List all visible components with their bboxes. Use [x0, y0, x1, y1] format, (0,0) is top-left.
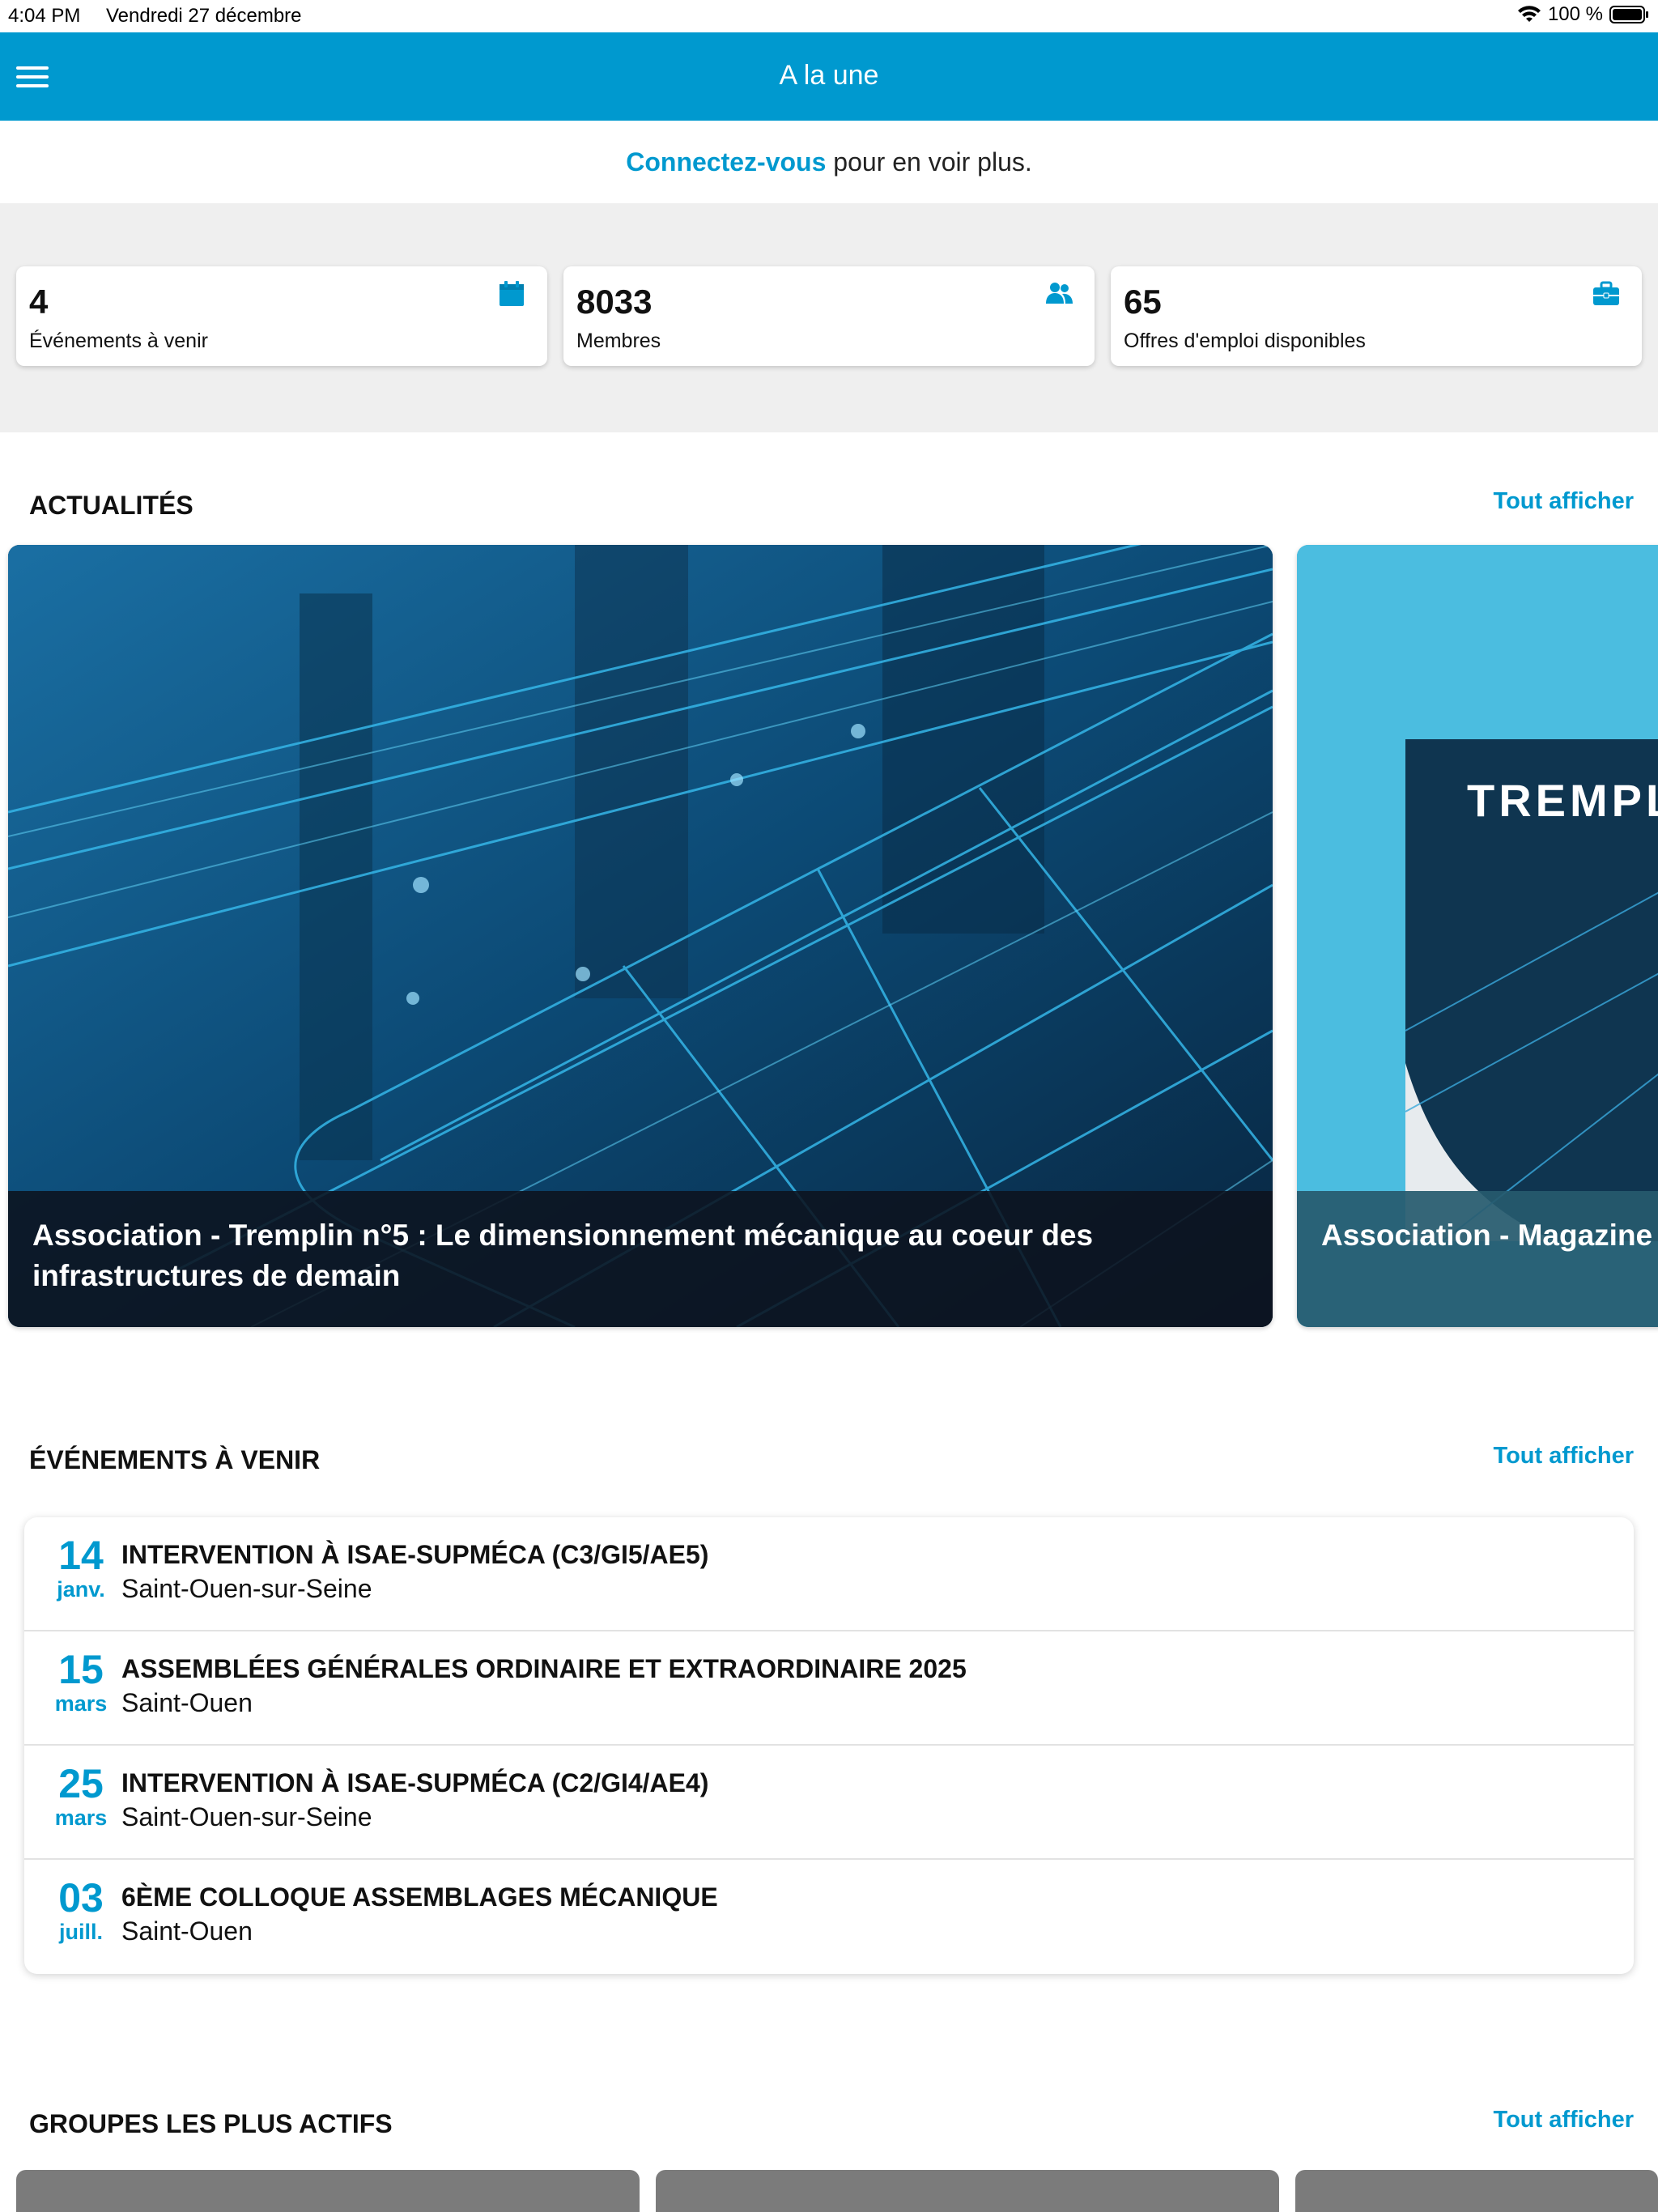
event-place: Saint-Ouen-sur-Seine: [121, 1574, 372, 1603]
event-day: 15: [58, 1647, 104, 1692]
event-place: Saint-Ouen: [121, 1916, 253, 1946]
event-place: Saint-Ouen: [121, 1688, 253, 1717]
battery-percent: 100 %: [1547, 3, 1603, 25]
event-row[interactable]: 15 mars ASSEMBLÉES GÉNÉRALES ORDINAIRE E…: [24, 1631, 1634, 1746]
group-card[interactable]: [1295, 2170, 1658, 2212]
app-header: A la une: [0, 32, 1658, 121]
group-card[interactable]: [16, 2170, 640, 2212]
event-month: mars: [54, 1691, 108, 1716]
news-card[interactable]: Association - Tremplin n°5 : Le dimensio…: [8, 545, 1273, 1327]
news-card-title: Association - Magazine T: [1297, 1191, 1658, 1327]
news-see-all-link[interactable]: Tout afficher: [1494, 488, 1634, 515]
event-month: mars: [54, 1806, 108, 1830]
event-day: 14: [58, 1533, 104, 1578]
login-link[interactable]: Connectez-vous: [626, 147, 826, 177]
event-place: Saint-Ouen-sur-Seine: [121, 1802, 372, 1831]
event-row[interactable]: 03 juill. 6ÈME COLLOQUE ASSEMBLAGES MÉCA…: [24, 1860, 1634, 1974]
news-section-title: ACTUALITÉS: [29, 491, 193, 520]
groups-section-title: GROUPES LES PLUS ACTIFS: [29, 2109, 393, 2138]
calendar-icon: [500, 281, 524, 306]
battery-icon: [1609, 6, 1648, 23]
event-title: 6ÈME COLLOQUE ASSEMBLAGES MÉCANIQUE: [121, 1882, 718, 1912]
stat-label: Membres: [576, 330, 661, 352]
event-title: INTERVENTION À ISAE-SUPMÉCA (C3/GI5/AE5): [121, 1540, 709, 1569]
event-month: janv.: [57, 1577, 105, 1602]
status-bar: 4:04 PM Vendredi 27 décembre 100 %: [0, 0, 1658, 32]
event-row[interactable]: 14 janv. INTERVENTION À ISAE-SUPMÉCA (C3…: [24, 1517, 1634, 1631]
event-day: 25: [58, 1761, 104, 1806]
stat-card-members[interactable]: 8033 Membres: [563, 266, 1095, 366]
users-icon: [1046, 283, 1073, 304]
status-right: 100 %: [1517, 3, 1650, 26]
status-time: 4:04 PM: [8, 5, 81, 27]
events-see-all-link[interactable]: Tout afficher: [1494, 1443, 1634, 1470]
event-title: ASSEMBLÉES GÉNÉRALES ORDINAIRE ET EXTRAO…: [121, 1654, 967, 1683]
stat-number: 4: [29, 283, 49, 321]
events-section-title: ÉVÉNEMENTS À VENIR: [29, 1445, 321, 1474]
stat-card-events[interactable]: 4 Événements à venir: [16, 266, 547, 366]
event-day: 03: [58, 1875, 104, 1921]
stats-band: 4 Événements à venir 8033 Membres 65 Off…: [0, 203, 1658, 432]
status-date: Vendredi 27 décembre: [106, 5, 302, 27]
wifi-icon: [1517, 6, 1541, 22]
event-row[interactable]: 25 mars INTERVENTION À ISAE-SUPMÉCA (C2/…: [24, 1746, 1634, 1860]
news-card-title: Association - Tremplin n°5 : Le dimensio…: [8, 1191, 1273, 1327]
stat-label: Offres d'emploi disponibles: [1124, 330, 1366, 352]
stat-number: 65: [1124, 283, 1162, 321]
stat-number: 8033: [576, 283, 653, 321]
magazine-cover-title: TREMPL: [1467, 775, 1658, 826]
news-card[interactable]: TREMPL Association - Magazine T: [1297, 545, 1658, 1327]
event-month: juill.: [59, 1920, 103, 1944]
stat-card-jobs[interactable]: 65 Offres d'emploi disponibles: [1111, 266, 1642, 366]
page-title: A la une: [779, 60, 879, 91]
stat-label: Événements à venir: [29, 330, 208, 352]
groups-see-all-link[interactable]: Tout afficher: [1494, 2107, 1634, 2133]
events-list: 14 janv. INTERVENTION À ISAE-SUPMÉCA (C3…: [24, 1517, 1634, 1974]
login-prompt: Connectez-vous pour en voir plus.: [0, 121, 1658, 203]
login-prompt-text: pour en voir plus.: [826, 147, 1032, 177]
event-title: INTERVENTION À ISAE-SUPMÉCA (C2/GI4/AE4): [121, 1768, 709, 1797]
briefcase-icon: [1593, 281, 1619, 305]
group-card[interactable]: [656, 2170, 1279, 2212]
